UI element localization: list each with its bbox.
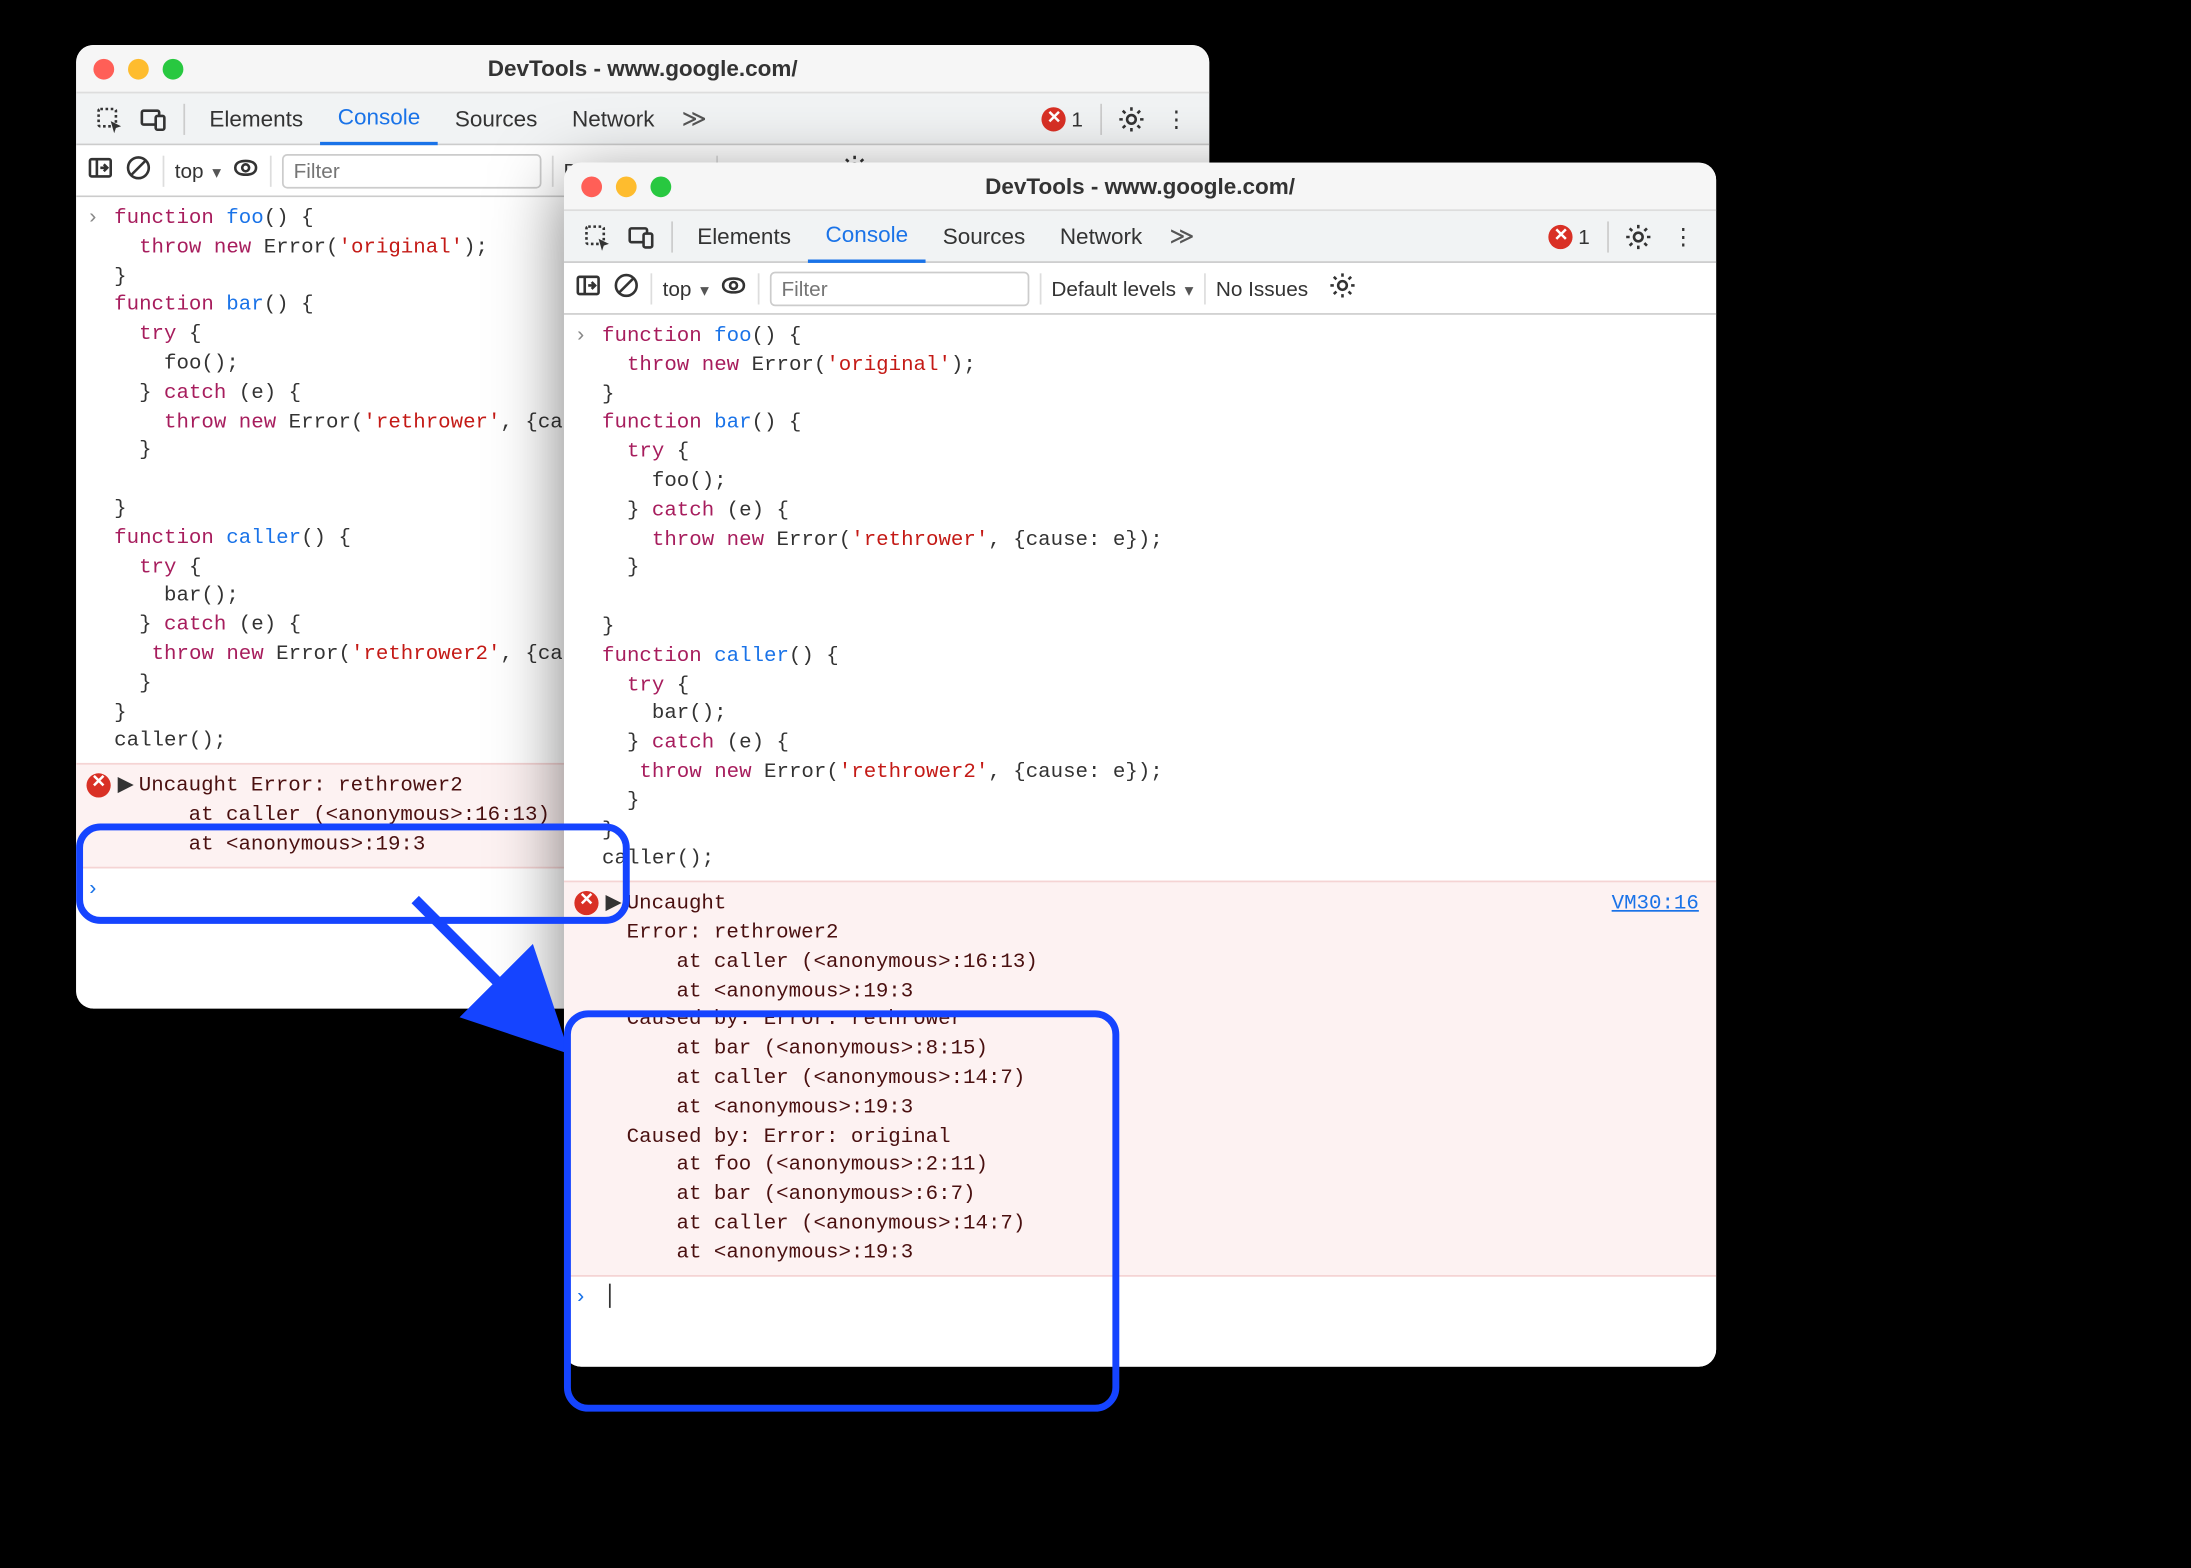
minimize-icon[interactable] [128,58,149,79]
device-toggle-icon[interactable] [625,219,660,254]
source-link[interactable]: VM30:16 [1612,889,1699,918]
console-filter-bar: top Default levels No Issues [564,263,1716,315]
error-cause-line: Caused by: Error: rethrower [627,1007,963,1031]
expand-icon[interactable]: ▶ [606,889,622,1267]
inspect-icon[interactable] [92,101,127,136]
titlebar: DevTools - www.google.com/ [564,163,1716,211]
window-title: DevTools - www.google.com/ [76,55,1209,81]
console-error-entry[interactable]: ✕ ▶ Uncaught Error: rethrower2 at caller… [564,881,1716,1276]
error-icon: ✕ [87,774,111,798]
close-icon[interactable] [581,176,602,197]
context-selector[interactable]: top [175,158,221,182]
filter-input[interactable] [282,153,541,188]
tab-elements[interactable]: Elements [680,210,808,262]
tab-console[interactable]: Console [808,210,925,262]
window-title: DevTools - www.google.com/ [564,173,1716,199]
tab-elements[interactable]: Elements [192,93,320,145]
clear-console-icon[interactable] [125,154,153,187]
tab-network[interactable]: Network [555,93,672,145]
tab-sources[interactable]: Sources [925,210,1042,262]
tab-network[interactable]: Network [1043,210,1160,262]
console-input-echo: › function foo() { throw new Error('orig… [564,315,1716,881]
clear-console-icon[interactable] [612,272,640,305]
close-icon[interactable] [93,58,114,79]
console-prompt[interactable]: › [564,1276,1716,1324]
error-stack-line: at caller (<anonymous>:14:7) [627,1066,1026,1090]
tab-console[interactable]: Console [320,93,437,145]
error-stack-line: at bar (<anonymous>:8:15) [627,1036,988,1060]
tab-bar: Elements Console Sources Network ✕1 ⋮ [564,211,1716,263]
error-stack-line: at foo (<anonymous>:2:11) [627,1153,988,1177]
sidebar-toggle-icon[interactable] [574,272,602,305]
error-cause-line: Caused by: Error: original [627,1124,951,1148]
error-message-line: Uncaught Error: rethrower2 [139,774,463,798]
more-tabs-icon[interactable] [677,101,712,136]
console-body: › function foo() { throw new Error('orig… [564,315,1716,1367]
tab-bar: Elements Console Sources Network ✕1 ⋮ [76,93,1209,145]
inspect-icon[interactable] [580,219,615,254]
minimize-icon[interactable] [616,176,637,197]
error-stack-line: at <anonymous>:19:3 [627,1095,914,1119]
maximize-icon[interactable] [163,58,184,79]
titlebar: DevTools - www.google.com/ [76,45,1209,93]
error-stack-line: at caller (<anonymous>:14:7) [627,1211,1026,1235]
settings-icon[interactable] [1621,219,1656,254]
log-levels-dropdown[interactable]: Default levels [1051,276,1193,300]
filter-input[interactable] [769,271,1028,306]
more-menu-icon[interactable]: ⋮ [1159,101,1194,136]
error-stack-line: at <anonymous>:19:3 [627,978,914,1002]
devtools-window-right: DevTools - www.google.com/ Elements Cons… [564,163,1716,1367]
error-message-line: Uncaught [627,891,739,915]
error-stack-line: at <anonymous>:19:3 [139,832,426,856]
console-settings-icon[interactable] [1329,272,1357,305]
settings-icon[interactable] [1114,101,1149,136]
more-tabs-icon[interactable] [1165,219,1200,254]
live-expression-icon[interactable] [719,272,747,305]
error-stack-line: at caller (<anonymous>:16:13) [139,803,550,827]
tab-sources[interactable]: Sources [438,93,555,145]
error-badge[interactable]: ✕1 [1042,106,1083,130]
sidebar-toggle-icon[interactable] [87,154,115,187]
error-badge[interactable]: ✕1 [1549,224,1590,248]
error-stack-line: at bar (<anonymous>:6:7) [627,1182,976,1206]
error-icon: ✕ [574,891,598,915]
expand-icon[interactable]: ▶ [118,772,134,859]
device-toggle-icon[interactable] [137,101,172,136]
issues-label[interactable]: No Issues [1216,276,1308,300]
error-message-line: Error: rethrower2 [627,920,839,944]
context-selector[interactable]: top [663,276,709,300]
more-menu-icon[interactable]: ⋮ [1666,219,1701,254]
maximize-icon[interactable] [650,176,671,197]
error-stack-line: at <anonymous>:19:3 [627,1240,914,1264]
live-expression-icon[interactable] [231,154,259,187]
error-stack-line: at caller (<anonymous>:16:13) [627,949,1038,973]
